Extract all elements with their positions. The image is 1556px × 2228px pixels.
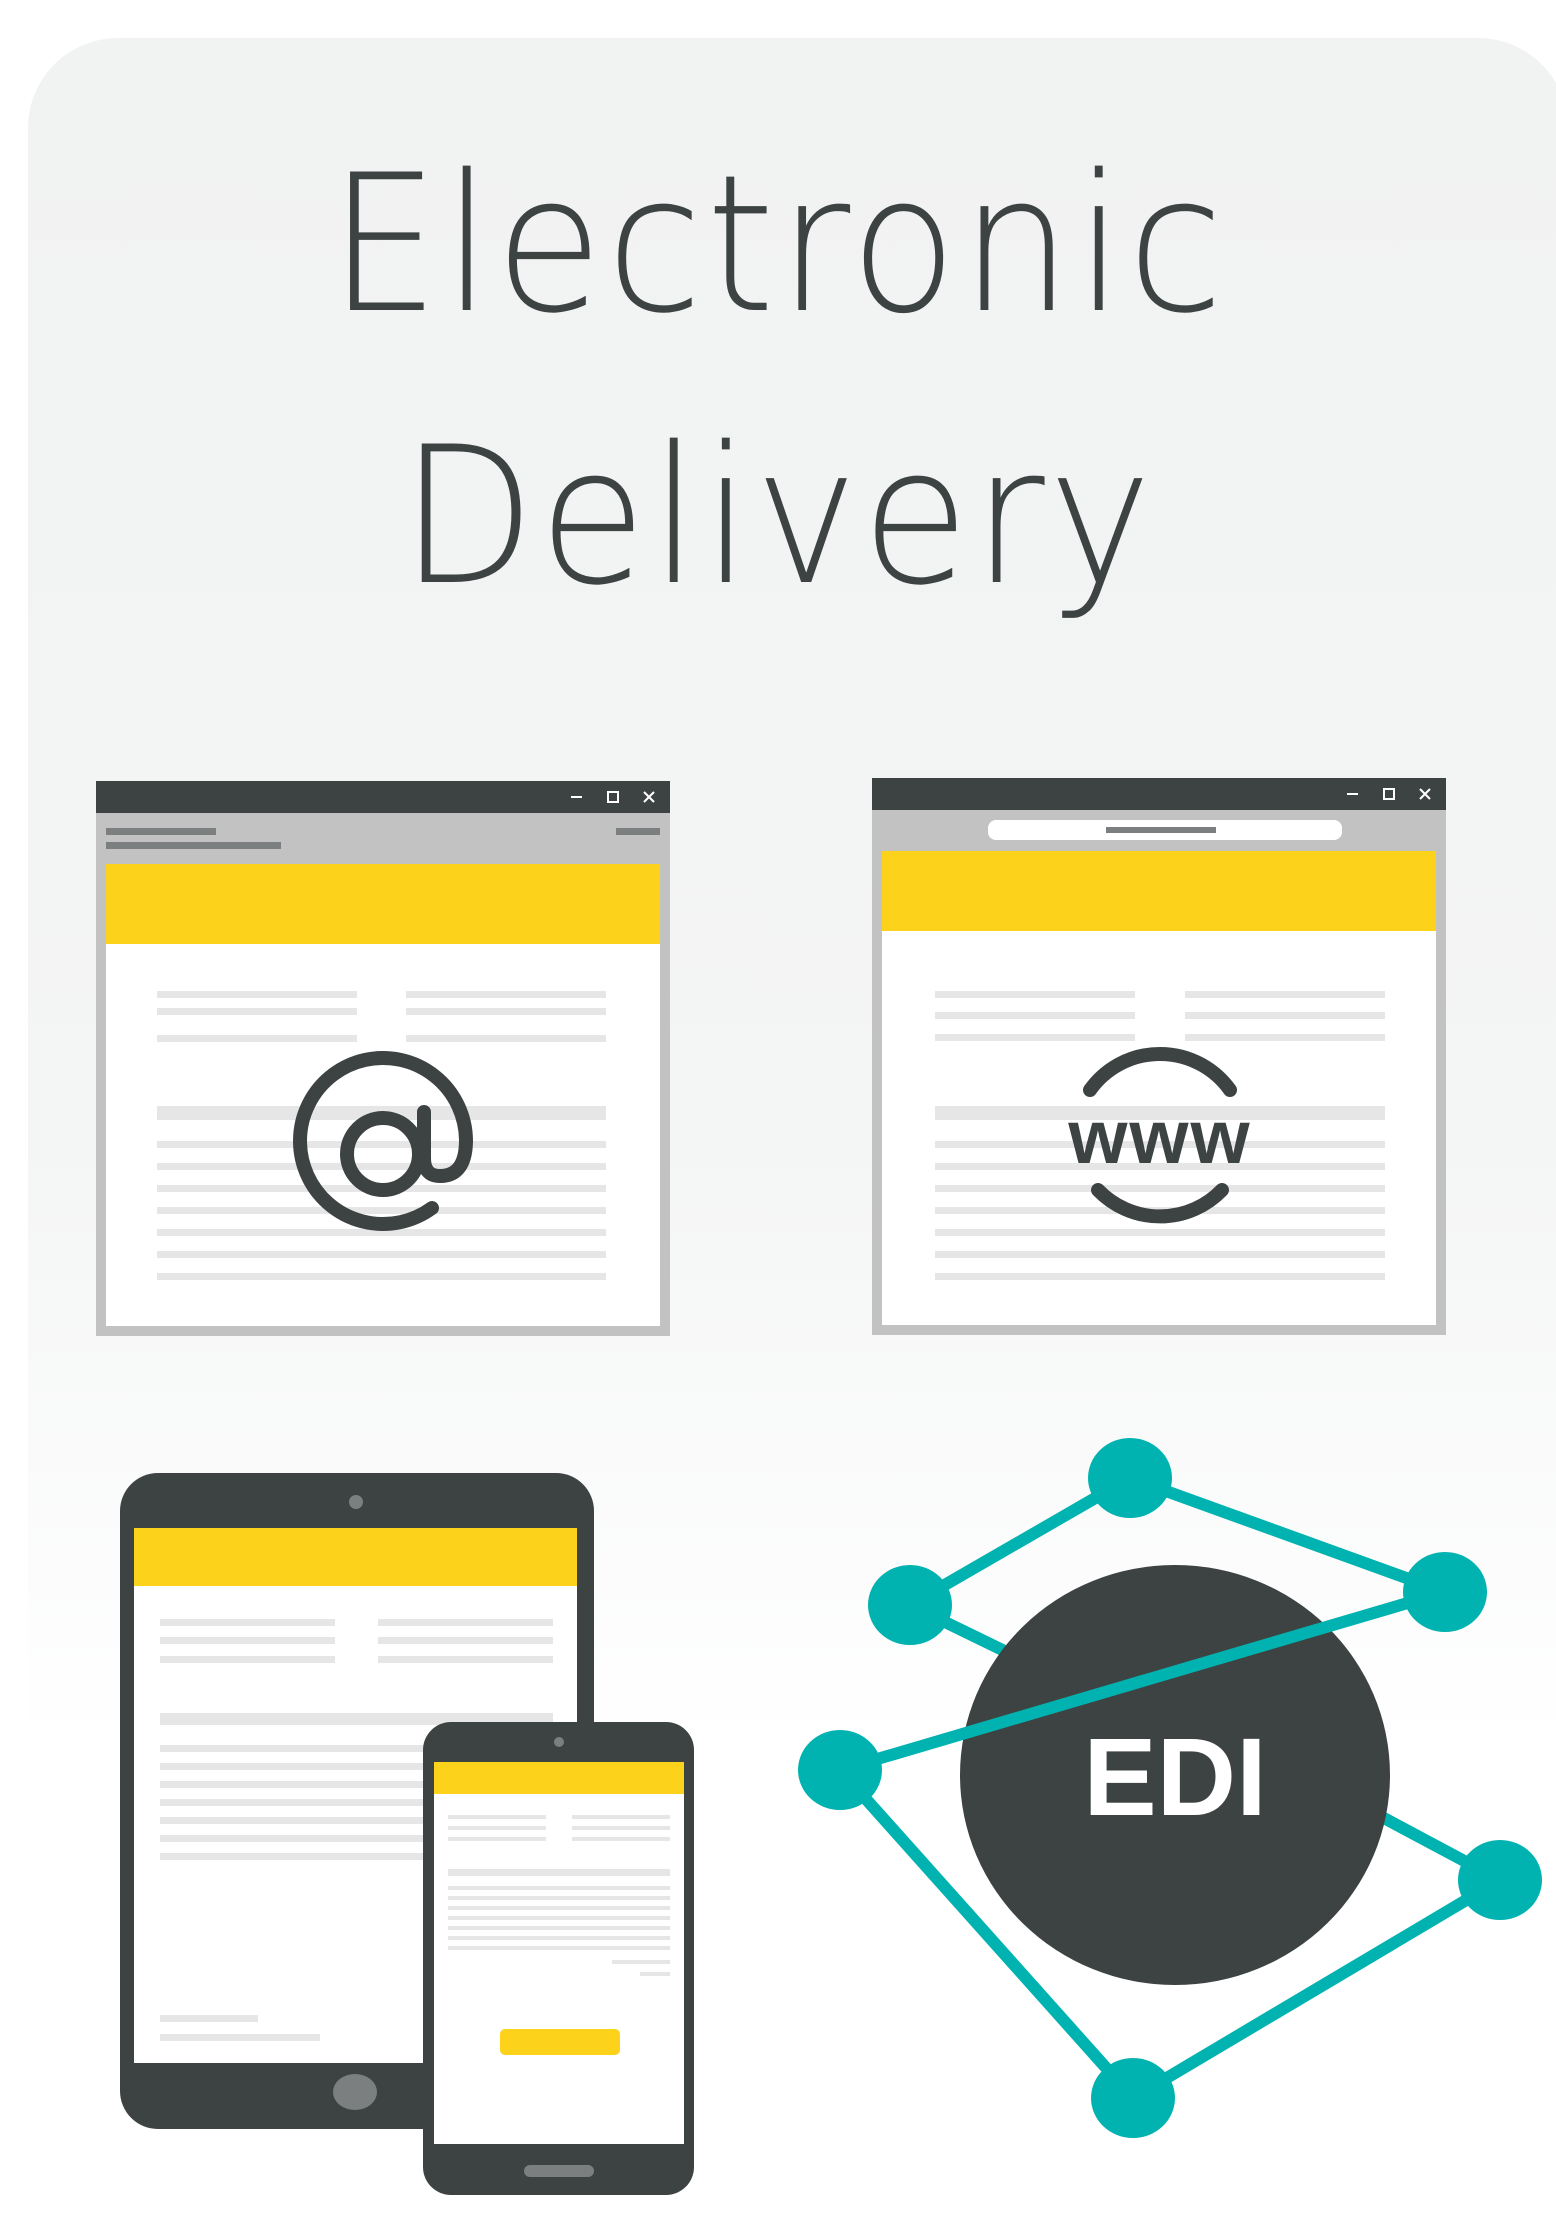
edi-network-icon: EDI — [798, 1438, 1542, 2138]
edi-node — [1403, 1552, 1487, 1632]
edi-node — [1088, 1438, 1172, 1518]
edi-node — [798, 1730, 882, 1810]
tablet-home-button[interactable] — [333, 2074, 377, 2110]
email-window — [96, 781, 670, 1336]
phone-action-button[interactable] — [500, 2029, 620, 2055]
phone-home-bar[interactable] — [524, 2165, 594, 2177]
edi-node — [1458, 1840, 1542, 1920]
edi-node — [868, 1565, 952, 1645]
tablet-camera — [349, 1495, 363, 1509]
edi-label: EDI — [1083, 1716, 1266, 1839]
email-header-bar — [106, 864, 660, 944]
web-header-bar — [882, 851, 1436, 931]
illustration: www EDI — [96, 778, 1542, 2195]
phone-camera — [554, 1737, 564, 1747]
tablet-and-phone-icon — [120, 1473, 694, 2195]
www-text: www — [1067, 1095, 1251, 1180]
edi-node — [1091, 2058, 1175, 2138]
web-window: www — [872, 778, 1446, 1335]
